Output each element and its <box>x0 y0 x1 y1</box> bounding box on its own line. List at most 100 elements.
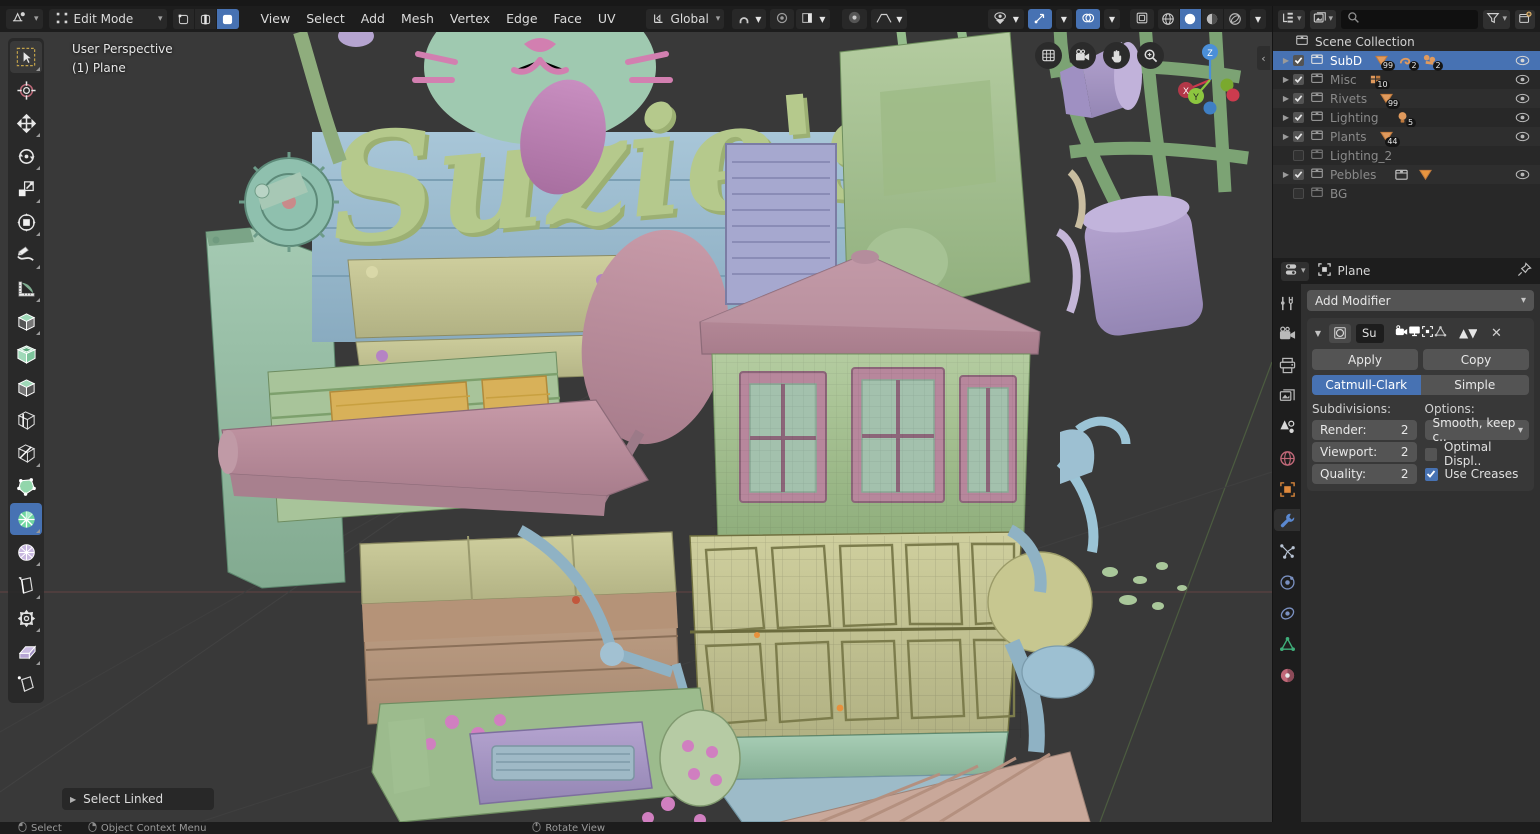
collection-checkbox[interactable] <box>1293 150 1304 161</box>
measure-tool-icon[interactable] <box>10 272 42 304</box>
add-modifier-button[interactable]: Add Modifier ▾ <box>1307 290 1534 311</box>
properties-breadcrumb[interactable]: Plane <box>1317 262 1371 280</box>
optimal-display-checkbox[interactable] <box>1425 448 1437 461</box>
optimal-display-checkbox-row[interactable]: Optimal Displ.. <box>1425 444 1530 464</box>
proportional-connected-toggle[interactable] <box>842 9 867 29</box>
visibility-eye-icon[interactable] <box>1515 111 1530 127</box>
smooth-tool-icon[interactable] <box>10 536 42 568</box>
pin-icon[interactable] <box>1517 262 1532 280</box>
outliner-filter-button[interactable]: ▾ <box>1483 10 1510 29</box>
properties-tab-world[interactable] <box>1274 447 1300 469</box>
viewport-subdivisions-field[interactable]: Viewport: 2 <box>1312 442 1417 462</box>
properties-tab-object[interactable] <box>1274 478 1300 500</box>
move-modifier-up-button[interactable]: ▲ <box>1459 326 1468 340</box>
poly-build-tool-icon[interactable] <box>10 470 42 502</box>
quality-field[interactable]: Quality: 2 <box>1312 464 1417 484</box>
rotate-tool-icon[interactable] <box>10 140 42 172</box>
toggle-orthographic-icon[interactable] <box>1035 42 1062 69</box>
transform-orientation-selector[interactable]: Global ▾ <box>646 9 725 29</box>
inset-faces-tool-icon[interactable] <box>10 338 42 370</box>
zoom-view-icon[interactable] <box>1137 42 1164 69</box>
object-visibility-selector[interactable]: ▾ <box>988 9 1024 29</box>
uv-smooth-dropdown[interactable]: Smooth, keep c.. ▾ <box>1425 420 1530 440</box>
outliner-row-lighting[interactable]: ▶ Lighting <box>1273 108 1540 127</box>
outliner-row-bg[interactable]: BG <box>1273 184 1540 203</box>
overlays-toggle[interactable] <box>1076 9 1100 29</box>
properties-tab-modifier[interactable] <box>1274 509 1300 531</box>
properties-tab-view-layer[interactable] <box>1274 385 1300 407</box>
expand-triangle-icon[interactable]: ▶ <box>1279 75 1293 84</box>
expand-triangle-icon[interactable]: ▶ <box>1279 56 1293 65</box>
expand-triangle-icon[interactable]: ▶ <box>1279 113 1293 122</box>
menu-select[interactable]: Select <box>298 9 353 29</box>
on-cage-toggle[interactable] <box>1434 325 1447 341</box>
shrink-fatten-tool-icon[interactable] <box>10 602 42 634</box>
expand-triangle-icon[interactable]: ▶ <box>1279 94 1293 103</box>
extrude-region-tool-icon[interactable] <box>10 305 42 337</box>
outliner-row-plants[interactable]: ▶ Plants 44 <box>1273 127 1540 146</box>
rendered-shading-button[interactable] <box>1224 9 1246 29</box>
move-modifier-down-button[interactable]: ▼ <box>1468 326 1477 340</box>
collection-checkbox[interactable] <box>1293 93 1304 104</box>
annotate-tool-icon[interactable] <box>10 239 42 271</box>
apply-modifier-button[interactable]: Apply <box>1312 349 1418 370</box>
expand-triangle-icon[interactable]: ▶ <box>1279 170 1293 179</box>
proportional-editing-toggle[interactable] <box>770 9 794 29</box>
outliner-row-rivets[interactable]: ▶ Rivets 99 <box>1273 89 1540 108</box>
wireframe-shading-button[interactable] <box>1158 9 1180 29</box>
outliner-filter-id-selector[interactable]: ▾ <box>1310 10 1337 29</box>
rip-region-tool-icon[interactable] <box>10 668 42 700</box>
menu-vertex[interactable]: Vertex <box>442 9 498 29</box>
properties-tab-output[interactable] <box>1274 354 1300 376</box>
move-tool-icon[interactable] <box>10 107 42 139</box>
visibility-eye-icon[interactable] <box>1515 54 1530 70</box>
toggle-camera-view-icon[interactable] <box>1069 42 1096 69</box>
edit-mode-toggle[interactable] <box>1421 325 1434 341</box>
overlay-options-dropdown[interactable]: ▾ <box>1104 9 1120 29</box>
expand-triangle-icon[interactable]: ▶ <box>1279 132 1293 141</box>
render-visibility-toggle[interactable] <box>1395 325 1408 341</box>
use-creases-checkbox-row[interactable]: Use Creases <box>1425 464 1530 484</box>
visibility-eye-icon[interactable] <box>1515 168 1530 184</box>
vertex-select-mode-button[interactable] <box>173 9 195 29</box>
menu-add[interactable]: Add <box>353 9 393 29</box>
face-select-mode-button[interactable] <box>217 9 239 29</box>
material-shading-button[interactable] <box>1202 9 1224 29</box>
gizmo-options-dropdown[interactable]: ▾ <box>1056 9 1072 29</box>
pan-view-icon[interactable] <box>1103 42 1130 69</box>
operator-redo-panel[interactable]: ▶ Select Linked <box>62 788 214 810</box>
edge-slide-tool-icon[interactable] <box>10 569 42 601</box>
collection-checkbox[interactable] <box>1293 55 1304 66</box>
properties-tab-scene[interactable] <box>1274 416 1300 438</box>
properties-editor-type-selector[interactable]: ▾ <box>1281 262 1309 281</box>
remove-modifier-button[interactable]: ✕ <box>1489 326 1503 341</box>
loop-cut-tool-icon[interactable] <box>10 404 42 436</box>
outliner-row-pebbles[interactable]: ▶ Pebbles <box>1273 165 1540 184</box>
modifier-name-field[interactable]: Su <box>1356 324 1384 343</box>
snapping-toggle[interactable]: ▾ <box>732 9 766 29</box>
gizmo-toggle[interactable] <box>1028 9 1052 29</box>
scale-tool-icon[interactable] <box>10 173 42 205</box>
properties-tab-physics[interactable] <box>1274 571 1300 593</box>
3d-viewport[interactable]: Suzie's Suzie's <box>0 32 1272 822</box>
outliner-row-misc[interactable]: ▶ Misc <box>1273 70 1540 89</box>
collection-checkbox[interactable] <box>1293 74 1304 85</box>
visibility-eye-icon[interactable] <box>1515 73 1530 89</box>
collection-checkbox[interactable] <box>1293 112 1304 123</box>
properties-tab-constraints[interactable] <box>1274 602 1300 624</box>
triangle-down-icon[interactable]: ▼ <box>1312 329 1324 338</box>
use-creases-checkbox[interactable] <box>1425 468 1438 481</box>
visibility-eye-icon[interactable] <box>1515 130 1530 146</box>
copy-modifier-button[interactable]: Copy <box>1423 349 1529 370</box>
properties-tab-render[interactable] <box>1274 323 1300 345</box>
transform-tool-icon[interactable] <box>10 206 42 238</box>
outliner-row-lighting-2[interactable]: Lighting_2 <box>1273 146 1540 165</box>
knife-tool-icon[interactable] <box>10 437 42 469</box>
edge-select-mode-button[interactable] <box>195 9 217 29</box>
outliner-row-subd[interactable]: ▶ SubD 99 <box>1273 51 1540 70</box>
properties-tab-object-data[interactable] <box>1274 633 1300 655</box>
properties-tab-particles[interactable] <box>1274 540 1300 562</box>
shear-tool-icon[interactable] <box>10 635 42 667</box>
realtime-visibility-toggle[interactable] <box>1408 325 1421 341</box>
shading-options-dropdown[interactable]: ▾ <box>1250 9 1266 29</box>
